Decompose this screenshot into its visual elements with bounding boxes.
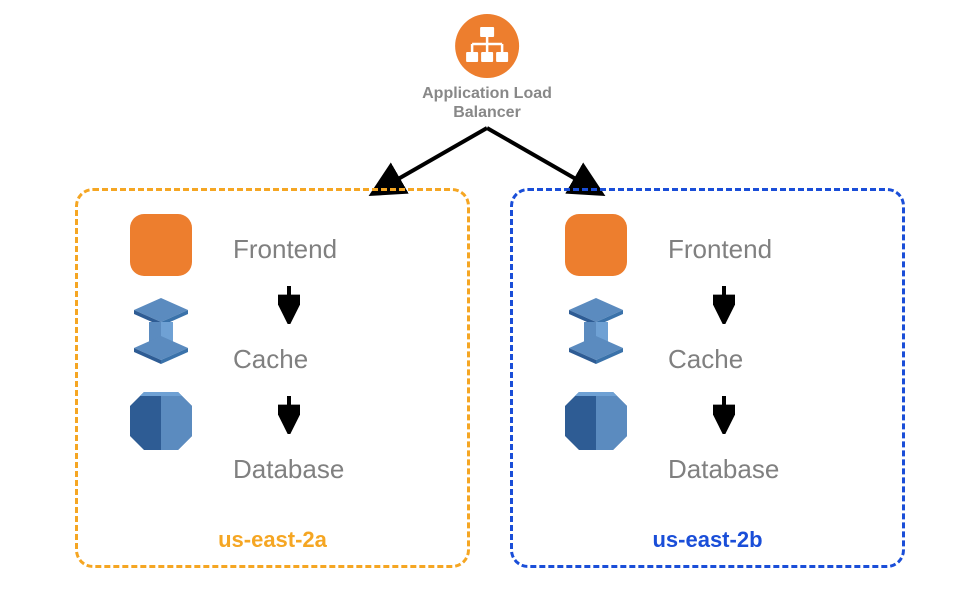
zone-b-labels: Frontend Cache Database xyxy=(668,214,779,504)
database-label: Database xyxy=(668,434,779,504)
cache-icon xyxy=(126,296,196,366)
zone-b-icon-stack xyxy=(558,214,633,456)
arrow-down-icon xyxy=(668,394,779,434)
load-balancer-node: Application Load Balancer xyxy=(422,14,552,122)
cache-label: Cache xyxy=(668,324,779,394)
alb-label: Application Load Balancer xyxy=(422,84,552,122)
cache-icon xyxy=(561,296,631,366)
availability-zone-b: Frontend Cache Database us-east-2b xyxy=(510,188,905,568)
cache-label: Cache xyxy=(233,324,344,394)
database-icon xyxy=(126,386,196,456)
frontend-icon xyxy=(565,214,627,276)
arrow-down-icon xyxy=(233,394,344,434)
availability-zone-a: Frontend Cache Database us-east-2a xyxy=(75,188,470,568)
frontend-label: Frontend xyxy=(233,214,344,284)
zone-a-icon-stack xyxy=(123,214,198,456)
zone-a-labels: Frontend Cache Database xyxy=(233,214,344,504)
alb-icon xyxy=(455,14,519,78)
database-icon xyxy=(561,386,631,456)
arrow-down-icon xyxy=(233,284,344,324)
frontend-label: Frontend xyxy=(668,214,779,284)
frontend-icon xyxy=(130,214,192,276)
arrow-down-icon xyxy=(668,284,779,324)
zone-a-name: us-east-2a xyxy=(218,527,327,553)
database-label: Database xyxy=(233,434,344,504)
zone-b-name: us-east-2b xyxy=(652,527,762,553)
